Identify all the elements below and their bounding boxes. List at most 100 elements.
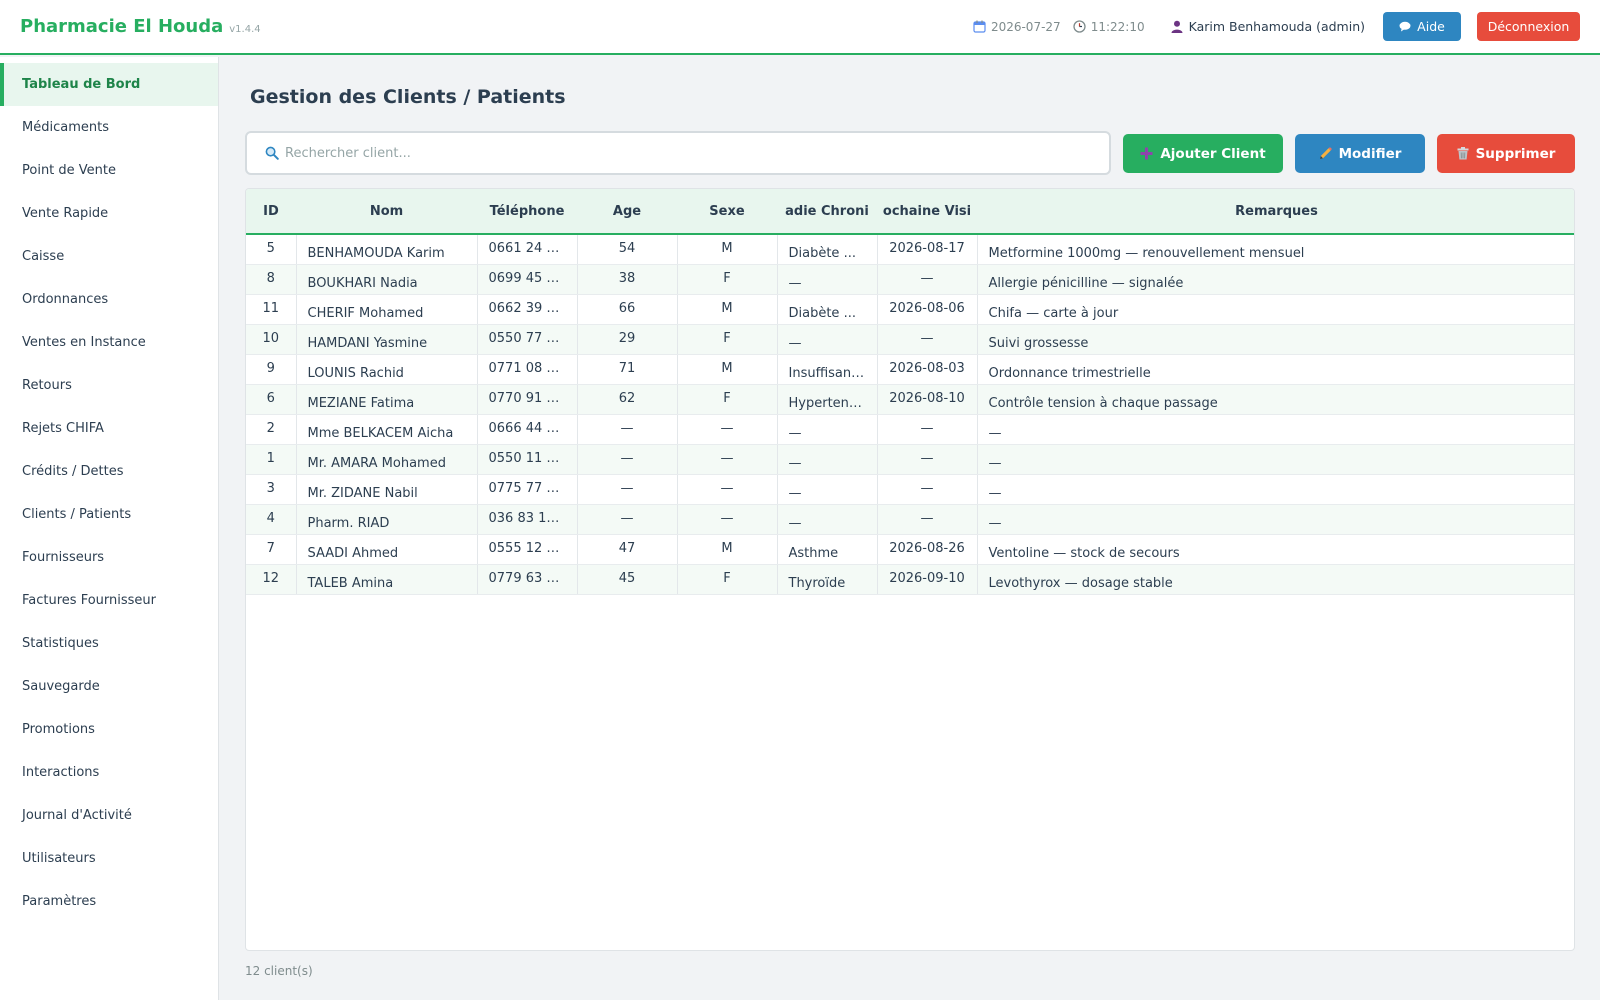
cell-nom: SAADI Ahmed bbox=[296, 534, 478, 565]
sidebar-item-credits-dettes[interactable]: Crédits / Dettes bbox=[0, 450, 218, 493]
cell-maladie-chronique: — bbox=[777, 444, 878, 475]
table-row[interactable]: 1 Mr. AMARA Mohamed 0550 11 2... — — — — — bbox=[246, 444, 1574, 475]
column-header-sexe[interactable]: Sexe bbox=[677, 189, 777, 235]
cell-remarques: Metformine 1000mg — renouvellement mensu… bbox=[977, 234, 1574, 265]
sidebar-item-interactions[interactable]: Interactions bbox=[0, 751, 218, 794]
cell-maladie-chronique: — bbox=[777, 264, 878, 295]
sidebar-item-promotions[interactable]: Promotions bbox=[0, 708, 218, 751]
client-count: 12 client(s) bbox=[245, 964, 313, 978]
cell-id: 1 bbox=[246, 444, 297, 475]
add-client-button[interactable]: Ajouter Client bbox=[1123, 134, 1283, 173]
cell-id: 5 bbox=[246, 234, 297, 265]
edit-client-button[interactable]: Modifier bbox=[1295, 134, 1425, 173]
cell-age: — bbox=[577, 414, 678, 445]
cell-nom: Pharm. RIAD bbox=[296, 504, 478, 535]
cell-id: 9 bbox=[246, 354, 297, 385]
logout-button[interactable]: Déconnexion bbox=[1477, 12, 1580, 41]
sidebar-item-sauvegarde[interactable]: Sauvegarde bbox=[0, 665, 218, 708]
column-header-id[interactable]: ID bbox=[246, 189, 296, 235]
app-version: v1.4.4 bbox=[229, 23, 261, 35]
cell-nom: Mr. ZIDANE Nabil bbox=[296, 474, 478, 505]
column-header-remarques[interactable]: Remarques bbox=[977, 189, 1574, 235]
sidebar-item-factures-fournisseur[interactable]: Factures Fournisseur bbox=[0, 579, 218, 622]
help-button[interactable]: Aide bbox=[1383, 12, 1461, 41]
clock-icon bbox=[1073, 20, 1086, 33]
cell-id: 10 bbox=[246, 324, 297, 355]
sidebar-item-tableau-de-bord[interactable]: Tableau de Bord bbox=[0, 63, 218, 106]
cell-age: — bbox=[577, 474, 678, 505]
column-header-age[interactable]: Age bbox=[577, 189, 677, 235]
cell-telephone: 0550 11 2... bbox=[477, 444, 578, 475]
table-row[interactable]: 10 HAMDANI Yasmine 0550 77 1... 29 F — — Suivi … bbox=[246, 324, 1574, 355]
cell-prochaine-visite: 2026-09-10 bbox=[877, 564, 978, 595]
cell-id: 2 bbox=[246, 414, 297, 445]
sidebar: Tableau de Bord Médicaments Point de Ven… bbox=[0, 57, 219, 1000]
table-row[interactable]: 7 SAADI Ahmed 0555 12 8... 47 M Asthme 2026-08… bbox=[246, 534, 1574, 565]
column-header-telephone[interactable]: Téléphone bbox=[477, 189, 577, 235]
cell-prochaine-visite: — bbox=[877, 264, 978, 295]
table-row[interactable]: 12 TALEB Amina 0779 63 2... 45 F Thyroïde 2026… bbox=[246, 564, 1574, 595]
table-row[interactable]: 9 LOUNIS Rachid 0771 08 6... 71 M Insuffisanc… bbox=[246, 354, 1574, 385]
sidebar-item-utilisateurs[interactable]: Utilisateurs bbox=[0, 837, 218, 880]
cell-age: 38 bbox=[577, 264, 678, 295]
sidebar-item-retours[interactable]: Retours bbox=[0, 364, 218, 407]
delete-client-button[interactable]: Supprimer bbox=[1437, 134, 1575, 173]
clients-table: ID Nom Téléphone Age Sexe adie Chroni oc… bbox=[245, 188, 1575, 951]
cell-id: 8 bbox=[246, 264, 297, 295]
user-name: Karim Benhamouda (admin) bbox=[1188, 19, 1365, 34]
cell-prochaine-visite: 2026-08-03 bbox=[877, 354, 978, 385]
current-time: 11:22:10 bbox=[1090, 19, 1145, 34]
cell-id: 12 bbox=[246, 564, 297, 595]
column-header-nom[interactable]: Nom bbox=[296, 189, 477, 235]
sidebar-item-rejets-chifa[interactable]: Rejets CHIFA bbox=[0, 407, 218, 450]
cell-nom: BOUKHARI Nadia bbox=[296, 264, 478, 295]
table-row[interactable]: 11 CHERIF Mohamed 0662 39 5... 66 M Diabète .… bbox=[246, 294, 1574, 325]
cell-age: 29 bbox=[577, 324, 678, 355]
sidebar-item-clients-patients[interactable]: Clients / Patients bbox=[0, 493, 218, 536]
column-header-maladie-chronique[interactable]: adie Chroni bbox=[777, 189, 877, 235]
user-icon bbox=[1171, 20, 1183, 33]
cell-telephone: 0550 77 1... bbox=[477, 324, 578, 355]
sidebar-item-caisse[interactable]: Caisse bbox=[0, 235, 218, 278]
cell-remarques: Suivi grossesse bbox=[977, 324, 1574, 355]
table-row[interactable]: 3 Mr. ZIDANE Nabil 0775 77 8... — — — — — bbox=[246, 474, 1574, 505]
cell-telephone: 0699 45 2... bbox=[477, 264, 578, 295]
sidebar-item-ventes-en-instance[interactable]: Ventes en Instance bbox=[0, 321, 218, 364]
cell-sexe: M bbox=[677, 234, 778, 265]
table-row[interactable]: 5 BENHAMOUDA Karim 0661 24 5... 54 M Diabète … bbox=[246, 234, 1574, 265]
sidebar-item-fournisseurs[interactable]: Fournisseurs bbox=[0, 536, 218, 579]
cell-prochaine-visite: — bbox=[877, 414, 978, 445]
sidebar-item-point-de-vente[interactable]: Point de Vente bbox=[0, 149, 218, 192]
cell-telephone: 0770 91 3... bbox=[477, 384, 578, 415]
cell-age: 66 bbox=[577, 294, 678, 325]
cell-age: 62 bbox=[577, 384, 678, 415]
sidebar-item-medicaments[interactable]: Médicaments bbox=[0, 106, 218, 149]
cell-sexe: — bbox=[677, 444, 778, 475]
cell-prochaine-visite: — bbox=[877, 444, 978, 475]
table-row[interactable]: 4 Pharm. RIAD 036 83 12... — — — — — bbox=[246, 504, 1574, 535]
table-row[interactable]: 2 Mme BELKACEM Aicha 0666 44 5... — — — — — bbox=[246, 414, 1574, 445]
sidebar-item-ordonnances[interactable]: Ordonnances bbox=[0, 278, 218, 321]
cell-remarques: Chifa — carte à jour bbox=[977, 294, 1574, 325]
cell-prochaine-visite: — bbox=[877, 504, 978, 535]
help-label: Aide bbox=[1417, 19, 1445, 34]
cell-maladie-chronique: Hypertensi... bbox=[777, 384, 878, 415]
cell-age: 54 bbox=[577, 234, 678, 265]
sidebar-item-vente-rapide[interactable]: Vente Rapide bbox=[0, 192, 218, 235]
column-header-prochaine-visite[interactable]: ochaine Visi bbox=[877, 189, 977, 235]
cell-remarques: — bbox=[977, 504, 1574, 535]
sidebar-item-journal-activite[interactable]: Journal d'Activité bbox=[0, 794, 218, 837]
table-header-row: ID Nom Téléphone Age Sexe adie Chroni oc… bbox=[246, 189, 1574, 235]
search-icon bbox=[265, 146, 279, 160]
search-box[interactable] bbox=[245, 131, 1111, 175]
cell-prochaine-visite: 2026-08-26 bbox=[877, 534, 978, 565]
table-row[interactable]: 8 BOUKHARI Nadia 0699 45 2... 38 F — — Allergie… bbox=[246, 264, 1574, 295]
cell-remarques: — bbox=[977, 444, 1574, 475]
search-input[interactable] bbox=[285, 145, 1065, 161]
current-date: 2026-07-27 bbox=[990, 19, 1061, 34]
sidebar-item-statistiques[interactable]: Statistiques bbox=[0, 622, 218, 665]
table-row[interactable]: 6 MEZIANE Fatima 0770 91 3... 62 F Hypertensi… bbox=[246, 384, 1574, 415]
top-bar: Pharmacie El Houda v1.4.4 2026-07-27 11:… bbox=[0, 0, 1600, 55]
cell-sexe: F bbox=[677, 264, 778, 295]
sidebar-item-parametres[interactable]: Paramètres bbox=[0, 880, 218, 923]
